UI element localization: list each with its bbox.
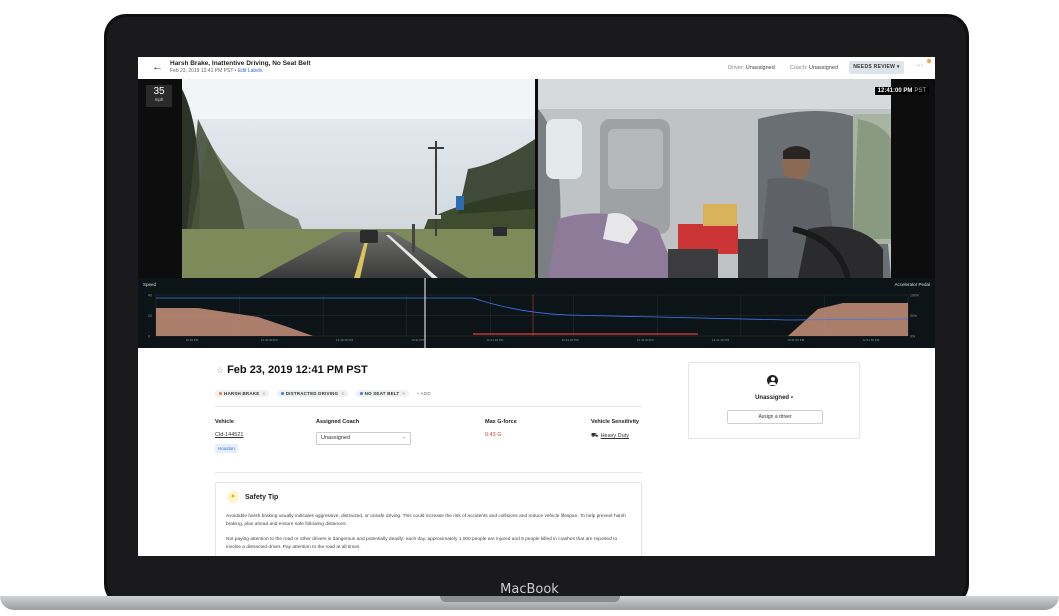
id-card-icon: ▪ [790, 395, 793, 401]
assign-driver-button[interactable]: Assign a driver [727, 410, 823, 424]
event-title: Harsh Brake, Inattentive Driving, No Sea… [170, 60, 311, 67]
notification-dot [927, 59, 931, 63]
video-player[interactable]: 35 mph 12:41:00 PM PST [138, 79, 935, 278]
safety-tip-paragraph: Not paying attention to the road or othe… [226, 537, 618, 550]
edit-labels-link[interactable]: Edit Labels [238, 68, 263, 74]
dual-camera-frames [182, 79, 891, 278]
speed-value: 35 [153, 86, 165, 97]
user-avatar-icon [767, 375, 778, 386]
assigned-coach-select[interactable]: Unassigned ⌄ [316, 432, 411, 445]
x-tick-label: 12:40 PM [186, 338, 199, 342]
tag-harsh-brake[interactable]: HARSH BRAKE × [215, 390, 270, 397]
video-timestamp: 12:41:00 PM PST [874, 87, 929, 95]
chevron-down-icon: ⌄ [401, 434, 406, 440]
event-subtitle: Feb 23, 2019 12:41 PM PST • Edit Labels [170, 68, 263, 74]
x-tick-label: 12:41 PM [411, 338, 424, 342]
tag-distracted-driving[interactable]: DISTRACTED DRIVING × [276, 390, 349, 397]
x-tick-label: 12:41:30 PM [637, 338, 655, 342]
tag-no-seat-belt[interactable]: NO SEAT BELT × [355, 390, 410, 397]
event-details: ☆ Feb 23, 2019 12:41 PM PST HARSH BRAKE × … [138, 348, 935, 556]
safety-tip-title: Safety Tip [245, 494, 279, 501]
event-date: ☆ Feb 23, 2019 12:41 PM PST [216, 364, 368, 376]
y-tick-label: 100% [910, 294, 919, 298]
speed-line [156, 297, 909, 321]
tag-dot-icon [359, 392, 363, 396]
more-options-icon[interactable]: ··· [916, 62, 923, 69]
lightbulb-icon: ● [227, 491, 239, 503]
speed-indicator: 35 mph [146, 85, 172, 107]
max-gforce-label: Max G-force [485, 419, 517, 425]
x-tick-label: 12:41:40 PM [712, 338, 730, 342]
star-icon[interactable]: ☆ [216, 365, 224, 375]
needs-review-button[interactable]: NEEDS REVIEW ▾ [849, 61, 904, 74]
y-tick-label: 50% [910, 314, 917, 318]
safety-tip-card: ● Safety Tip Avoidable harsh braking usu… [215, 482, 642, 556]
remove-tag-icon[interactable]: × [402, 391, 405, 396]
x-tick-label: 12:41:20 PM [562, 338, 580, 342]
y-tick-label: 40 [148, 294, 152, 298]
pedal-area [156, 308, 313, 336]
y-tick-label: 0% [910, 335, 915, 339]
telemetry-graph[interactable]: Speed Accelerator Pedal 40 20 0 100% 50% 0% 12… [138, 278, 935, 348]
app-screen: ← Harsh Brake, Inattentive Driving, No S… [138, 57, 935, 556]
tag-dot-icon [280, 392, 284, 396]
max-gforce-value: 0.43 G [485, 432, 502, 438]
x-tick-label: 12:41:50 PM [787, 338, 805, 342]
vehicle-sensitivity-label: Vehicle Sensitivity [591, 419, 639, 425]
road-camera-frame [182, 79, 535, 278]
vehicle-location-badge: Houston [215, 444, 238, 453]
event-header: ← Harsh Brake, Inattentive Driving, No S… [138, 57, 935, 80]
driver-name: Unassigned ▪ [755, 395, 793, 401]
event-tags: HARSH BRAKE × DISTRACTED DRIVING × NO SEAT… [215, 382, 431, 400]
vehicle-sensitivity-value[interactable]: ⛟ Heavy Duty [591, 432, 629, 440]
header-driver[interactable]: Driver: Unassigned [728, 65, 775, 71]
driver-card: Unassigned ▪ Assign a driver [688, 362, 860, 439]
header-coach[interactable]: Coach: Unassigned [790, 65, 838, 71]
vehicle-label: Vehicle [215, 419, 234, 425]
cab-camera-frame [538, 79, 891, 278]
vehicle-link[interactable]: Cld-144521 [215, 432, 243, 438]
y-tick-label: 20 [148, 314, 152, 318]
remove-tag-icon[interactable]: × [341, 391, 344, 396]
assigned-coach-label: Assigned Coach [316, 419, 360, 425]
add-tag-button[interactable]: + ADD [417, 391, 431, 396]
laptop-brand-label: MacBook [500, 582, 559, 597]
safety-tip-paragraph: Avoidable harsh braking usually indicate… [226, 514, 626, 527]
back-arrow-icon[interactable]: ← [152, 61, 163, 73]
divider [215, 406, 642, 407]
y-tick-label: 0 [148, 335, 150, 339]
remove-tag-icon[interactable]: × [262, 391, 265, 396]
x-tick-label: 12:40:45 PM [336, 338, 354, 342]
x-tick-label: 12:41:10 PM [486, 338, 504, 342]
truck-icon: ⛟ [591, 433, 599, 439]
x-tick-label: 12:40:30 PM [261, 338, 279, 342]
speed-unit: mph [154, 97, 164, 102]
tag-dot-icon [219, 392, 222, 396]
telemetry-chart: 40 20 0 100% 50% 0% 12:40 PM 12:40:30 PM 12:40:4… [148, 278, 919, 348]
x-tick-label: 12:41:55 PM [862, 338, 880, 342]
divider [215, 472, 642, 473]
